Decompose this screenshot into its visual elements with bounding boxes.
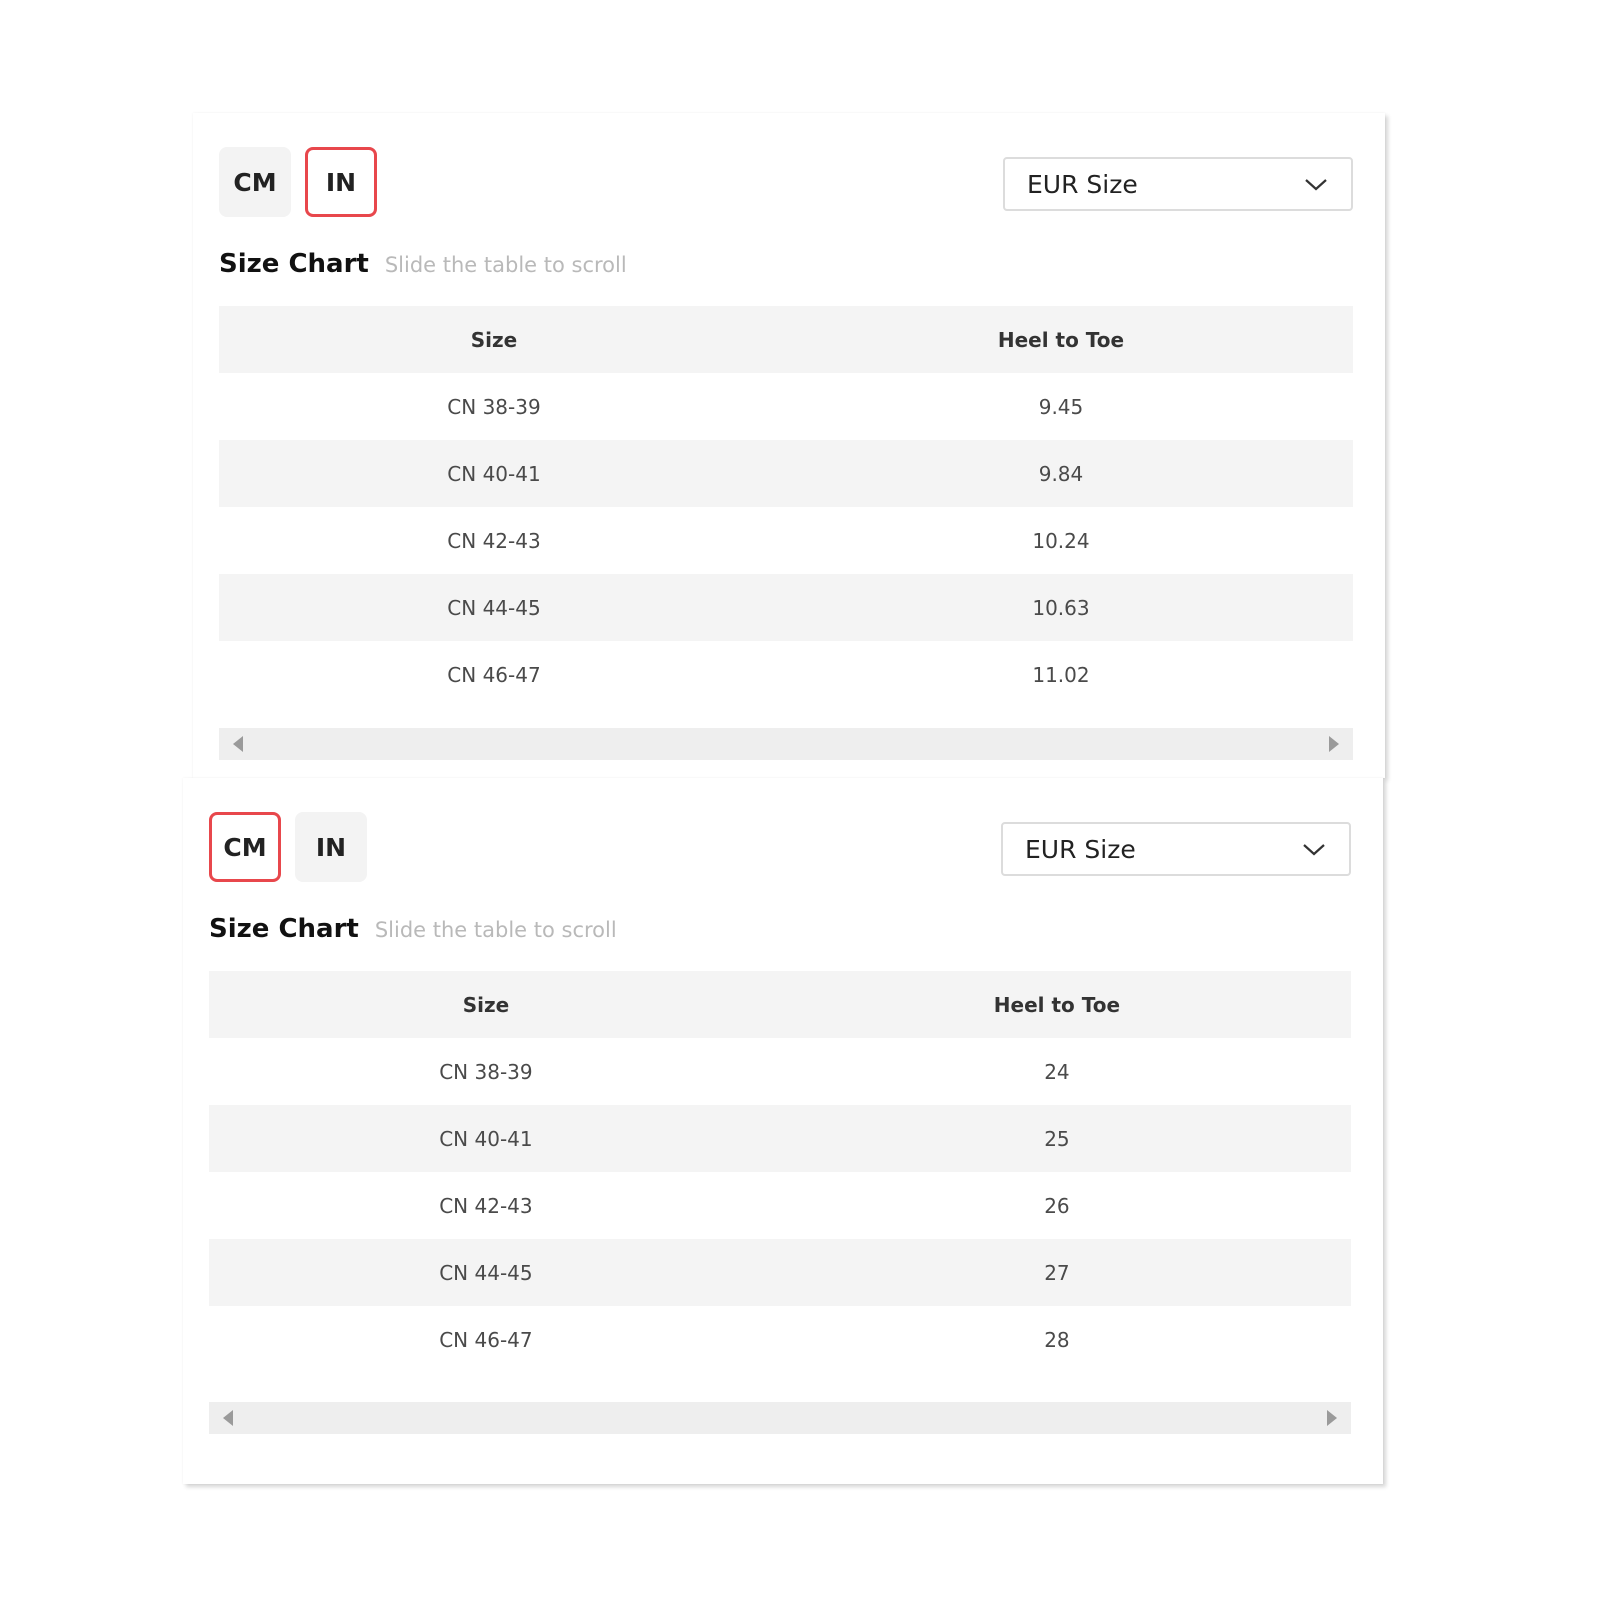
scroll-hint: Slide the table to scroll	[374, 918, 617, 942]
scroll-right-arrow-icon[interactable]	[1327, 1410, 1337, 1426]
table-row: CN 40-41 25	[209, 1105, 1351, 1172]
size-chart-heading: Size Chart Slide the table to scroll	[219, 249, 627, 279]
chevron-down-icon	[1305, 179, 1327, 191]
unit-button-in[interactable]: IN	[305, 147, 377, 217]
heel-to-toe-cell: 27	[762, 1239, 1351, 1306]
size-table-container[interactable]: Size Heel to Toe CN 38-39 24 CN 40-41 25…	[209, 971, 1351, 1373]
scroll-hint: Slide the table to scroll	[384, 253, 627, 277]
table-row: CN 42-43 26	[209, 1172, 1351, 1239]
size-chart-heading: Size Chart Slide the table to scroll	[209, 914, 617, 944]
size-system-select[interactable]: EUR Size	[1003, 157, 1353, 211]
size-table: Size Heel to Toe CN 38-39 24 CN 40-41 25…	[209, 971, 1351, 1373]
table-row: CN 40-41 9.84	[219, 440, 1353, 507]
size-cell: CN 42-43	[447, 528, 541, 553]
size-cell: CN 46-47	[439, 1327, 533, 1352]
size-chart-panel-cm: CM IN EUR Size Size Chart Slide the tabl…	[183, 778, 1383, 1484]
horizontal-scrollbar[interactable]	[209, 1402, 1351, 1434]
unit-button-in[interactable]: IN	[295, 812, 367, 882]
table-row: CN 38-39 9.45	[219, 373, 1353, 440]
heel-to-toe-cell: 11.02	[1032, 662, 1090, 687]
unit-button-cm[interactable]: CM	[219, 147, 291, 217]
size-system-value: EUR Size	[1027, 169, 1138, 199]
horizontal-scrollbar[interactable]	[219, 728, 1353, 760]
size-system-value: EUR Size	[1025, 834, 1136, 864]
table-row: CN 46-47 11.02	[219, 641, 1353, 708]
column-header-size: Size	[219, 306, 769, 373]
heel-to-toe-cell: 24	[1044, 1059, 1070, 1084]
size-table: Size Heel to Toe CN 38-39 9.45 CN 40-41 …	[219, 306, 1353, 708]
column-header-heel-to-toe: Heel to Toe	[762, 971, 1351, 1038]
size-cell: CN 40-41	[209, 1105, 763, 1172]
size-cell: CN 46-47	[447, 662, 541, 687]
size-cell: CN 38-39	[439, 1059, 533, 1084]
size-cell: CN 42-43	[439, 1193, 533, 1218]
heel-to-toe-cell: 26	[1044, 1193, 1070, 1218]
table-row: CN 44-45 10.63	[219, 574, 1353, 641]
size-cell: CN 44-45	[209, 1239, 763, 1306]
table-row: CN 44-45 27	[209, 1239, 1351, 1306]
heel-to-toe-cell: 10.63	[768, 574, 1353, 641]
size-system-select[interactable]: EUR Size	[1001, 822, 1351, 876]
table-header-row: Size Heel to Toe	[219, 306, 1353, 373]
table-row: CN 42-43 10.24	[219, 507, 1353, 574]
table-row: CN 46-47 28	[209, 1306, 1351, 1373]
scroll-left-arrow-icon[interactable]	[233, 736, 243, 752]
heel-to-toe-cell: 28	[1044, 1327, 1070, 1352]
heel-to-toe-cell: 9.84	[768, 440, 1353, 507]
size-chart-title: Size Chart	[209, 914, 359, 944]
heel-to-toe-cell: 10.24	[1032, 528, 1090, 553]
column-header-heel-to-toe: Heel to Toe	[768, 306, 1353, 373]
heel-to-toe-cell: 25	[762, 1105, 1351, 1172]
size-table-container[interactable]: Size Heel to Toe CN 38-39 9.45 CN 40-41 …	[219, 306, 1353, 708]
size-cell: CN 38-39	[447, 394, 541, 419]
column-header-size: Size	[209, 971, 763, 1038]
scroll-right-arrow-icon[interactable]	[1329, 736, 1339, 752]
table-header-row: Size Heel to Toe	[209, 971, 1351, 1038]
heel-to-toe-cell: 9.45	[1038, 394, 1084, 419]
chevron-down-icon	[1303, 844, 1325, 856]
size-chart-panel-in: CM IN EUR Size Size Chart Slide the tabl…	[193, 113, 1385, 778]
size-cell: CN 40-41	[219, 440, 769, 507]
size-chart-title: Size Chart	[219, 249, 369, 279]
table-row: CN 38-39 24	[209, 1038, 1351, 1105]
unit-button-cm[interactable]: CM	[209, 812, 281, 882]
size-cell: CN 44-45	[219, 574, 769, 641]
scroll-left-arrow-icon[interactable]	[223, 1410, 233, 1426]
